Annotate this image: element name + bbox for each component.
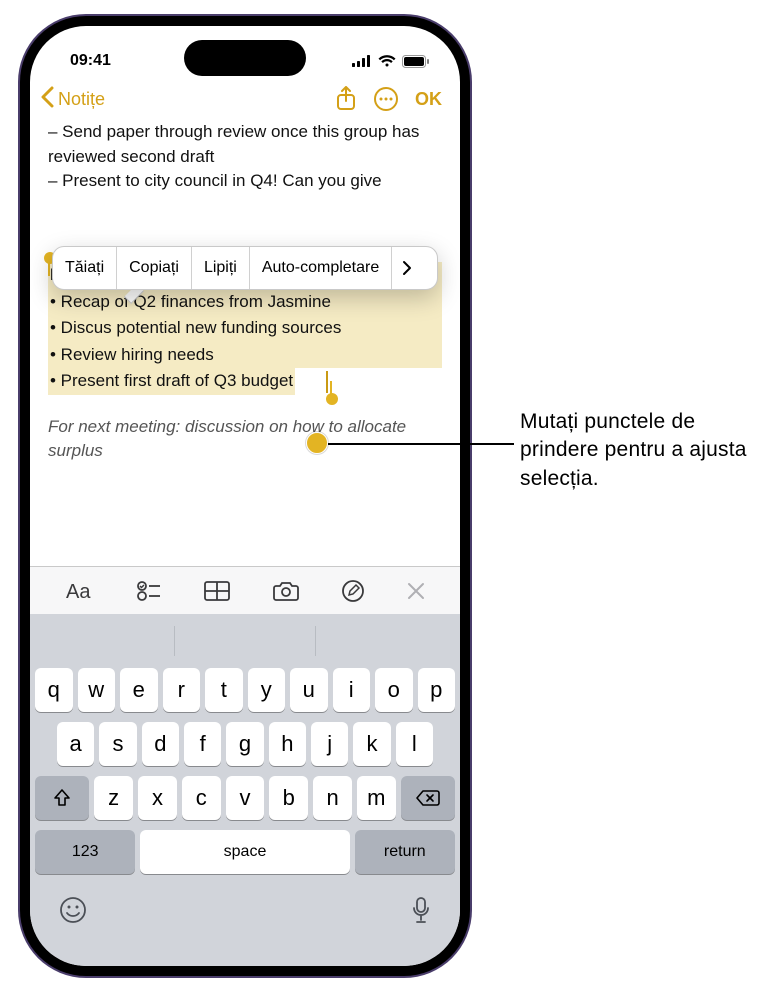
dynamic-island [184, 40, 306, 76]
key-c[interactable]: c [182, 776, 221, 820]
back-button[interactable]: Notițe [56, 89, 319, 110]
table-icon[interactable] [204, 581, 230, 601]
key-l[interactable]: l [396, 722, 433, 766]
svg-text:Aa: Aa [66, 581, 91, 602]
key-k[interactable]: k [353, 722, 390, 766]
note-line: – Present to city council in Q4! Can you… [48, 169, 442, 194]
key-d[interactable]: d [142, 722, 179, 766]
edit-context-menu: Tăiați Copiați Lipiți Auto-completare [52, 246, 438, 290]
key-h[interactable]: h [269, 722, 306, 766]
key-q[interactable]: q [35, 668, 73, 712]
key-w[interactable]: w [78, 668, 116, 712]
key-r[interactable]: r [163, 668, 201, 712]
callout-leader-line [328, 443, 514, 445]
back-chevron-icon[interactable] [40, 86, 54, 112]
text-cursor [326, 371, 328, 393]
share-icon[interactable] [335, 86, 357, 112]
copy-menu-item[interactable]: Copiați [117, 247, 192, 289]
key-e[interactable]: e [120, 668, 158, 712]
suggestion-bar [35, 622, 455, 662]
key-m[interactable]: m [357, 776, 396, 820]
selection-line: • Present first draft of Q3 budget [48, 368, 295, 395]
return-key[interactable]: return [355, 830, 455, 874]
key-x[interactable]: x [138, 776, 177, 820]
callout-marker [306, 432, 328, 454]
space-key[interactable]: space [140, 830, 349, 874]
key-o[interactable]: o [375, 668, 413, 712]
markup-icon[interactable] [342, 580, 364, 602]
selection-handle-end[interactable] [326, 393, 338, 405]
camera-icon[interactable] [273, 581, 299, 601]
checklist-icon[interactable] [137, 580, 161, 602]
paste-menu-item[interactable]: Lipiți [192, 247, 250, 289]
keyboard-row: z x c v b n m [35, 776, 455, 820]
key-g[interactable]: g [226, 722, 263, 766]
backspace-key[interactable] [401, 776, 455, 820]
phone-screen: 09:41 Notițe [30, 26, 460, 966]
wifi-icon [378, 55, 396, 67]
phone-frame: 09:41 Notițe [20, 16, 470, 976]
numbers-key[interactable]: 123 [35, 830, 135, 874]
key-p[interactable]: p [418, 668, 456, 712]
note-content[interactable]: – Send paper through review once this gr… [30, 120, 460, 463]
key-i[interactable]: i [333, 668, 371, 712]
status-time: 09:41 [70, 52, 111, 70]
keyboard-row: 123 space return [35, 830, 455, 874]
key-s[interactable]: s [99, 722, 136, 766]
format-toolbar: Aa [30, 566, 460, 614]
key-a[interactable]: a [57, 722, 94, 766]
more-icon[interactable] [373, 86, 399, 112]
selection-line: • Review hiring needs [48, 342, 442, 369]
text-format-icon[interactable]: Aa [66, 580, 94, 602]
keyboard-bottom [35, 884, 455, 929]
key-n[interactable]: n [313, 776, 352, 820]
keyboard: q w e r t y u i o p a s d f g h j k l [30, 614, 460, 966]
nav-bar: Notițe OK [30, 76, 460, 120]
cellular-signal-icon [352, 55, 372, 67]
close-toolbar-icon[interactable] [407, 582, 425, 600]
key-f[interactable]: f [184, 722, 221, 766]
keyboard-row: a s d f g h j k l [35, 722, 455, 766]
key-y[interactable]: y [248, 668, 286, 712]
key-t[interactable]: t [205, 668, 243, 712]
emoji-icon[interactable] [59, 896, 87, 929]
battery-icon [402, 55, 430, 68]
note-line: – Send paper through review once this gr… [48, 120, 442, 169]
key-j[interactable]: j [311, 722, 348, 766]
note-italic: For next meeting: discussion on how to a… [48, 415, 442, 463]
key-v[interactable]: v [226, 776, 265, 820]
suggestion-slot[interactable] [175, 626, 315, 656]
cut-menu-item[interactable]: Tăiați [53, 247, 117, 289]
menu-more-arrow-icon[interactable] [392, 247, 422, 289]
key-z[interactable]: z [94, 776, 133, 820]
key-b[interactable]: b [269, 776, 308, 820]
done-button[interactable]: OK [415, 89, 442, 110]
keyboard-row: q w e r t y u i o p [35, 668, 455, 712]
callout-text: Mutați punctele de prindere pentru a aju… [520, 408, 770, 493]
selection-line: • Recap of Q2 finances from Jasmine [48, 289, 442, 316]
suggestion-slot[interactable] [35, 626, 175, 656]
dictation-icon[interactable] [411, 896, 431, 929]
selection-line: • Discus potential new funding sources [48, 315, 442, 342]
autofill-menu-item[interactable]: Auto-completare [250, 247, 392, 289]
suggestion-slot[interactable] [316, 626, 455, 656]
key-u[interactable]: u [290, 668, 328, 712]
shift-key[interactable] [35, 776, 89, 820]
